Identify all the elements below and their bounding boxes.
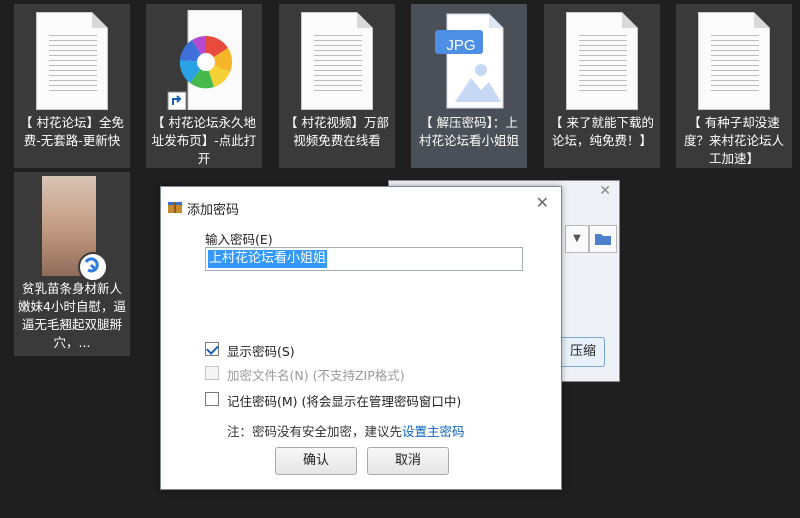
jpg-badge-text: JPG <box>446 37 476 54</box>
archive-app-icon <box>168 202 182 213</box>
file-label: 【 村花视频】万部视频免费在线看 <box>285 115 389 148</box>
file-label: 贫乳苗条身材新人嫩妹4小时自慰，逼逼无毛翘起双腿掰穴，... <box>18 281 126 350</box>
file-tile-6[interactable]: 【 有种子却没速度？来村花论坛人工加速】 <box>676 4 792 168</box>
file-label: 【 解压密码】：上村花论坛看小姐姐 <box>418 115 519 148</box>
pinwheel-shortcut-icon <box>167 10 242 110</box>
checkbox-disabled <box>205 366 219 380</box>
app-badge-icon <box>78 252 108 282</box>
file-tile-5[interactable]: 【 来了就能下载的论坛，纯免费！】 <box>544 4 660 168</box>
cancel-button[interactable]: 取消 <box>367 447 449 475</box>
close-icon[interactable]: ✕ <box>536 193 549 212</box>
video-file-tile[interactable]: 贫乳苗条身材新人嫩妹4小时自慰，逼逼无毛翘起双腿掰穴，... <box>14 172 130 356</box>
document-icon <box>566 12 638 110</box>
remember-password-label: 记住密码(M) (将会显示在管理密码窗口中) <box>227 394 462 409</box>
jpg-file-icon <box>435 13 504 109</box>
password-input[interactable]: 上村花论坛看小姐姐 <box>205 247 523 271</box>
add-password-dialog: 添加密码 ✕ 输入密码(E) 上村花论坛看小姐姐 显示密码(S) 加密文件名(N… <box>160 186 562 490</box>
file-label: 【 村花论坛】全免费-无套路-更新快 <box>20 115 124 148</box>
encrypt-filename-label: 加密文件名(N) (不支持ZIP格式) <box>227 368 405 383</box>
file-tile-2[interactable]: 【 村花论坛永久地址发布页】-点此打开 <box>146 4 262 168</box>
document-icon <box>36 12 108 110</box>
file-tile-4[interactable]: JPG 【 解压密码】：上村花论坛看小姐姐 <box>411 4 527 168</box>
password-label: 输入密码(E) <box>205 232 273 247</box>
file-label: 【 来了就能下载的论坛，纯免费！】 <box>550 115 654 148</box>
file-tile-3[interactable]: 【 村花视频】万部视频免费在线看 <box>279 4 395 168</box>
file-label: 【 村花论坛永久地址发布页】-点此打开 <box>151 115 257 166</box>
folder-icon[interactable] <box>589 225 617 253</box>
set-master-password-link[interactable]: 设置主密码 <box>402 424 465 439</box>
password-selected-text: 上村花论坛看小姐姐 <box>208 250 328 268</box>
file-label: 【 有种子却没速度？来村花论坛人工加速】 <box>683 115 784 166</box>
close-icon[interactable]: ✕ <box>599 183 611 199</box>
dialog-title: 添加密码 <box>187 203 240 218</box>
note-text: 注：密码没有安全加密，建议先 <box>227 424 403 439</box>
security-note: 注：密码没有安全加密，建议先设置主密码 <box>227 421 465 440</box>
file-tile-1[interactable]: 【 村花论坛】全免费-无套路-更新快 <box>14 4 130 168</box>
document-icon <box>301 12 373 110</box>
chevron-down-icon[interactable]: ▼ <box>565 225 589 253</box>
show-password-label: 显示密码(S) <box>227 344 295 359</box>
document-icon <box>698 12 770 110</box>
checkbox-unchecked[interactable] <box>205 392 219 406</box>
checkbox-checked[interactable] <box>205 342 219 356</box>
confirm-button[interactable]: 确认 <box>275 447 357 475</box>
